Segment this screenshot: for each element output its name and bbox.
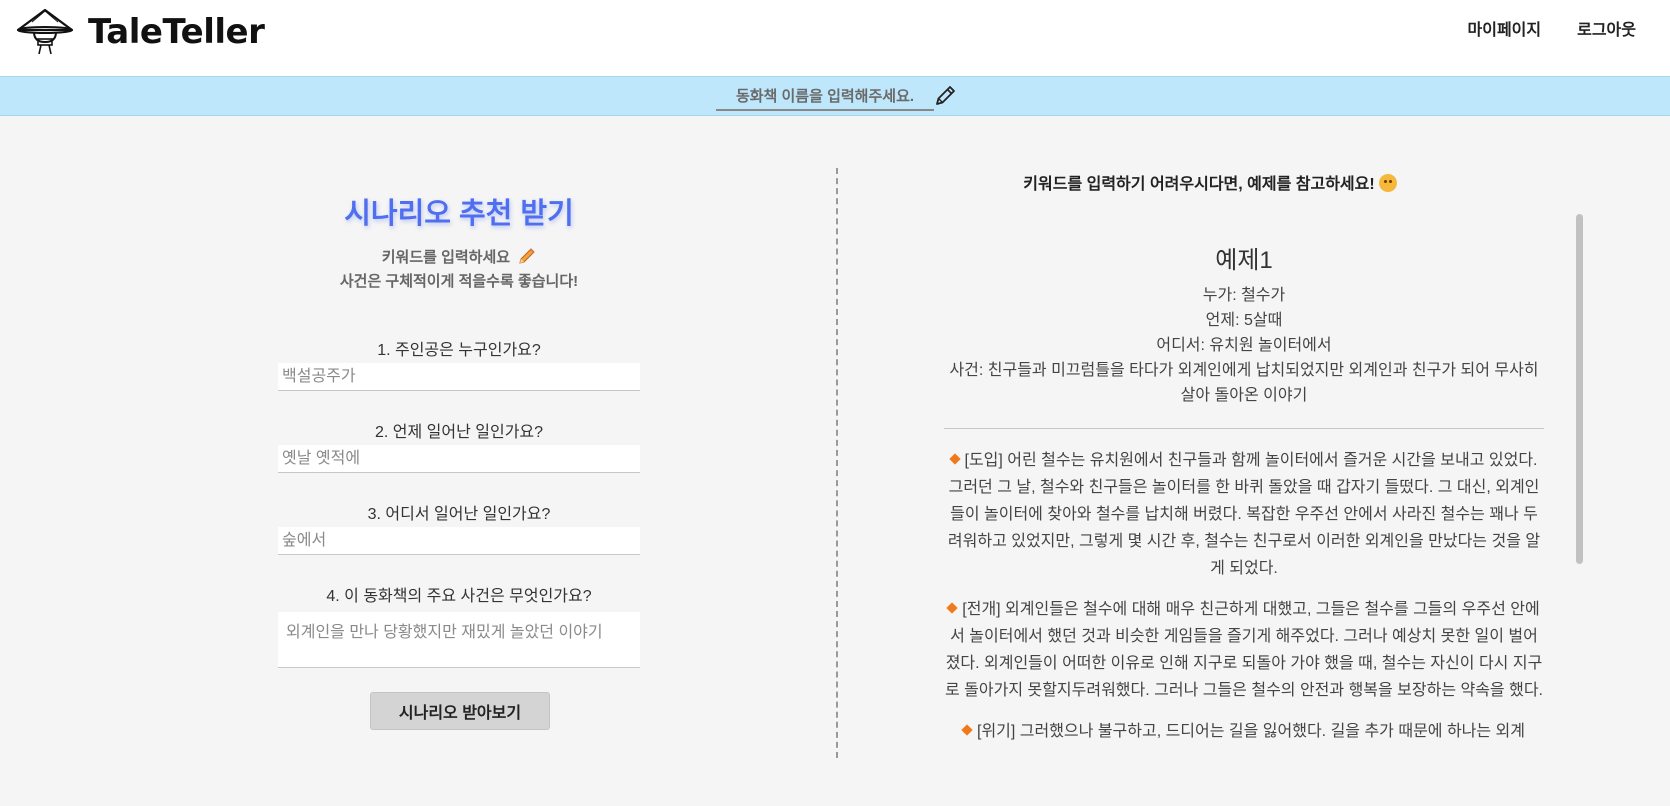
example-separator	[944, 428, 1544, 429]
example-heading: 키워드를 입력하기 어려우시다면, 예제를 참고하세요!	[900, 170, 1520, 194]
subtitle-line1: 키워드를 입력하세요	[381, 249, 511, 266]
book-title-bar	[0, 76, 1670, 116]
paragraph-intro: [도입] 어린 철수는 유치원에서 친구들과 함께 놀이터에서 즐거운 시간을 …	[947, 452, 1541, 577]
example-who: 누가: 철수가	[1202, 287, 1286, 304]
where-input[interactable]	[278, 527, 640, 555]
example-where: 어디서: 유치원 놀이터에서	[1156, 337, 1332, 354]
example-event: 사건: 친구들과 미끄럼틀을 타다가 외계인에게 납치되었지만 외계인과 친구가…	[949, 362, 1539, 404]
question-where: 3. 어디서 일어난 일인가요?	[367, 506, 551, 523]
logout-link[interactable]: 로그아웃	[1577, 16, 1636, 40]
pencil-icon[interactable]	[932, 83, 958, 109]
scenario-form-header: 시나리오 추천 받기 키워드를 입력하세요 사건은 구체적이게 적을수록 좋습니…	[278, 190, 640, 294]
storyteller-hat-icon	[16, 8, 74, 55]
logo-text: TaleTeller	[88, 12, 265, 52]
paragraph-development: [전개] 외계인들은 철수에 대해 매우 친근하게 대했고, 그들은 철수를 그…	[945, 601, 1543, 699]
question-event: 4. 이 동화책의 주요 사건은 무엇인가요?	[326, 588, 592, 605]
smile-emoji-icon	[1378, 174, 1397, 192]
logo[interactable]: TaleTeller	[14, 8, 265, 56]
example-heading-text: 키워드를 입력하기 어려우시다면, 예제를 참고하세요!	[1023, 176, 1375, 193]
diamond-bullet-icon	[946, 602, 958, 614]
question-when: 2. 언제 일어난 일인가요?	[374, 424, 544, 441]
when-input[interactable]	[278, 445, 640, 473]
who-input[interactable]	[278, 363, 640, 391]
paragraph-crisis: [위기] 그러했으나 불구하고, 드디어는 길을 잃어했다. 길을 추가 때문에…	[977, 723, 1525, 740]
header: TaleTeller 마이페이지 로그아웃	[0, 0, 1670, 76]
scenario-title: 시나리오 추천 받기	[344, 198, 574, 230]
story-paragraph: [전개] 외계인들은 철수에 대해 매우 친근하게 대했고, 그들은 철수를 그…	[944, 596, 1544, 704]
diamond-bullet-icon	[948, 453, 961, 465]
scenario-subtitle: 키워드를 입력하세요 사건은 구체적이게 적을수록 좋습니다!	[278, 246, 640, 294]
example-title: 예제1	[1215, 247, 1273, 274]
story-paragraph: [도입] 어린 철수는 유치원에서 친구들과 함께 놀이터에서 즐거운 시간을 …	[944, 447, 1544, 582]
subtitle-line2: 사건은 구체적이게 적을수록 좋습니다!	[339, 273, 579, 290]
example-when: 언제: 5살때	[1205, 312, 1283, 329]
top-nav: 마이페이지 로그아웃	[1468, 16, 1637, 40]
book-title-input[interactable]	[716, 83, 934, 111]
pencil-emoji-icon	[519, 248, 535, 264]
event-textarea[interactable]	[278, 612, 640, 668]
mypage-link[interactable]: 마이페이지	[1468, 16, 1542, 40]
panel-divider	[836, 168, 838, 758]
example-scroll-area[interactable]: 예제1 누가: 철수가 언제: 5살때 어디서: 유치원 놀이터에서 사건: 친…	[900, 212, 1558, 754]
story-paragraph: [위기] 그러했으나 불구하고, 드디어는 길을 잃어했다. 길을 추가 때문에…	[944, 718, 1544, 745]
example-content: 예제1 누가: 철수가 언제: 5살때 어디서: 유치원 놀이터에서 사건: 친…	[944, 240, 1544, 754]
diamond-bullet-icon	[961, 724, 973, 736]
get-scenario-button[interactable]: 시나리오 받아보기	[370, 692, 550, 730]
example-scrollbar-thumb[interactable]	[1576, 214, 1583, 564]
question-who: 1. 주인공은 누구인가요?	[377, 342, 541, 359]
